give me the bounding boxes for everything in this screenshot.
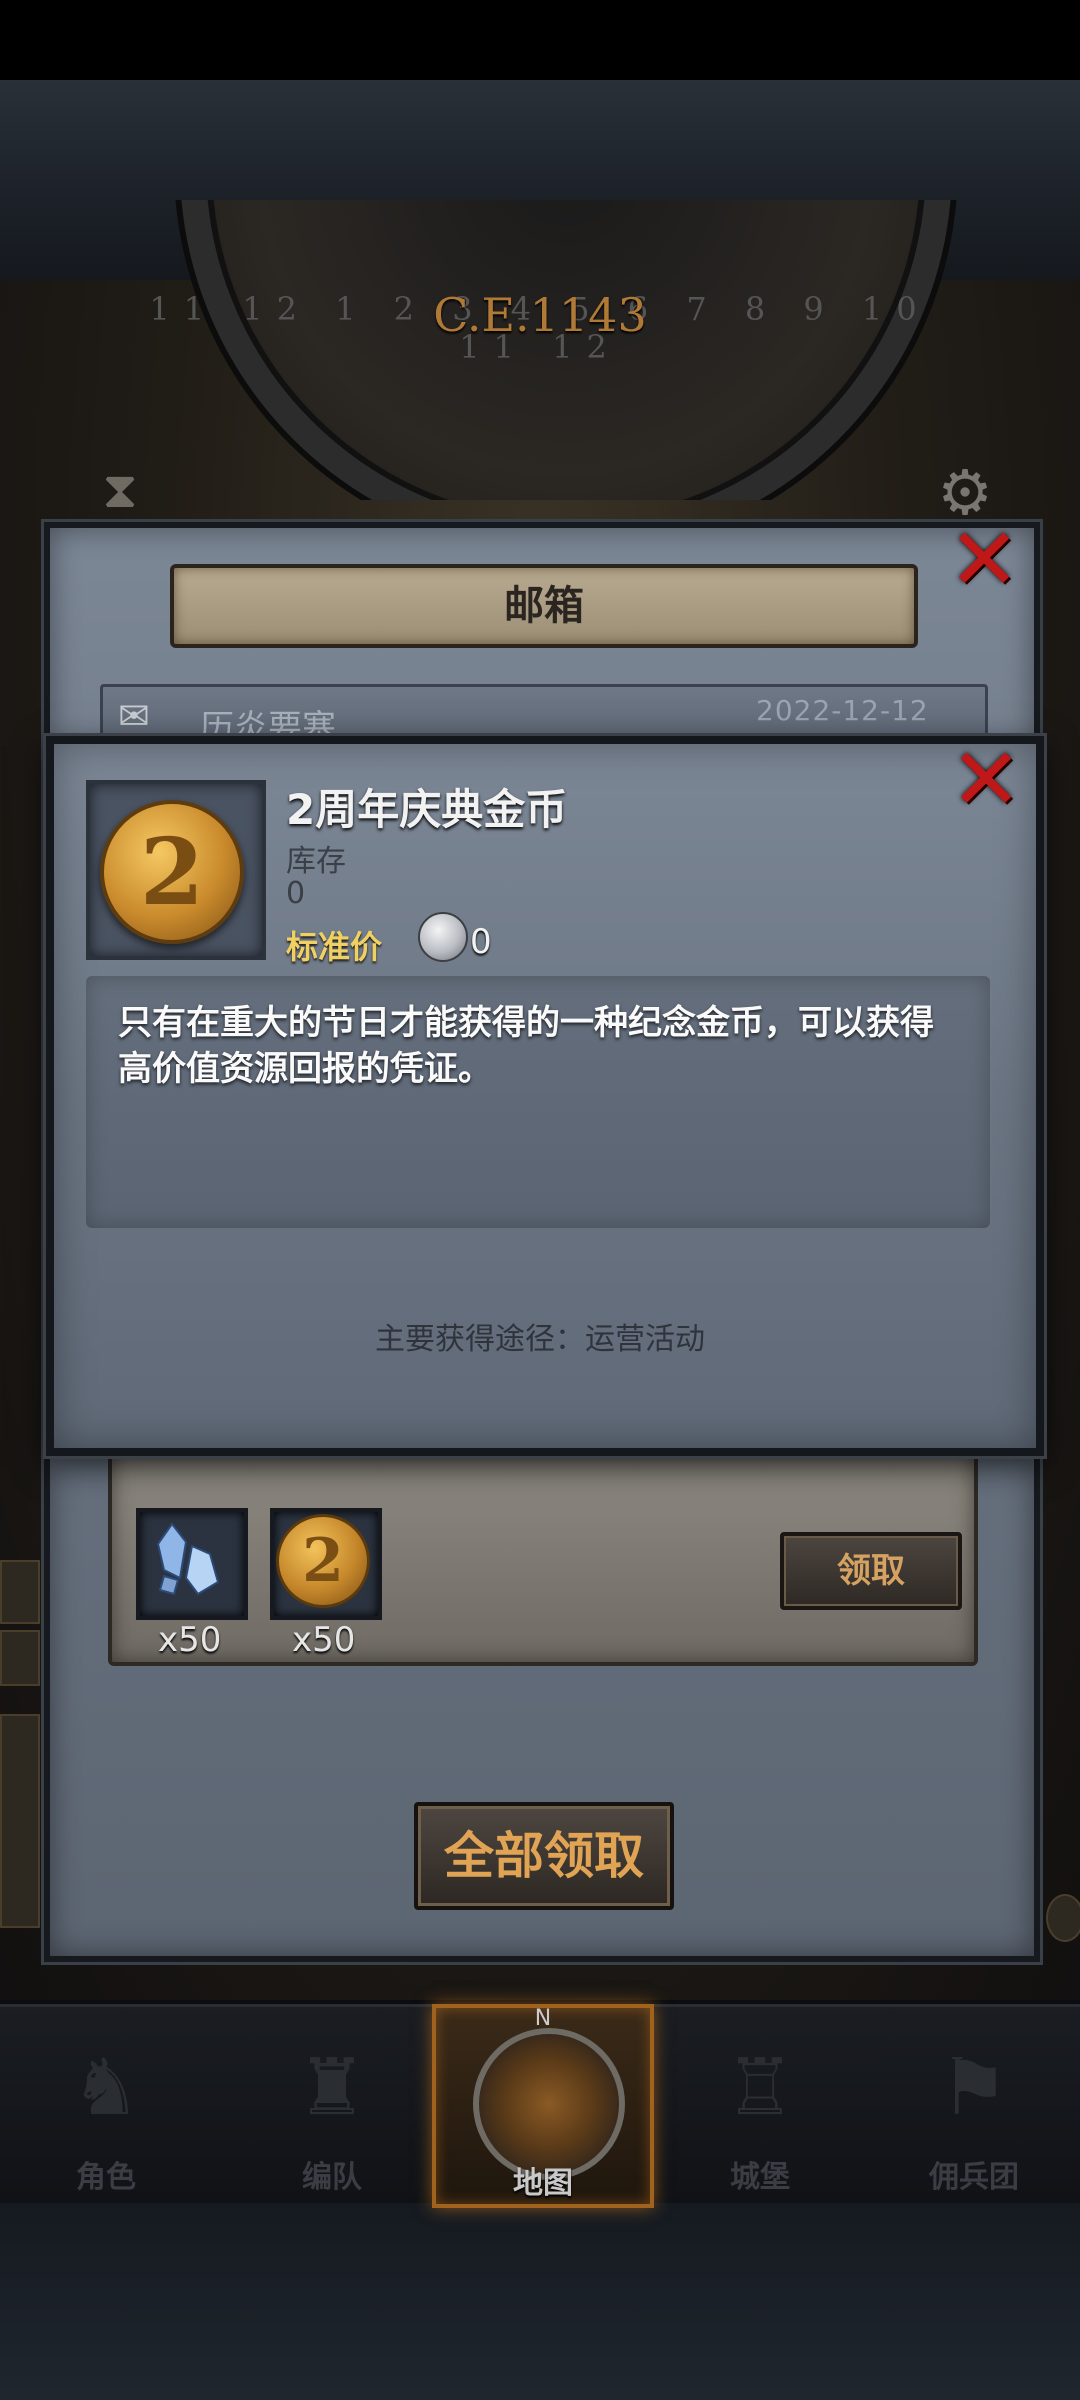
right-add-icon[interactable] — [1046, 1894, 1080, 1942]
item-source: 主要获得途径：运营活动 — [375, 1322, 705, 1357]
claim-button[interactable]: 领取 — [780, 1532, 962, 1610]
nav-item-castle[interactable]: ♖ 城堡 — [660, 2010, 860, 2200]
nav-item-formation[interactable]: ♜ 编队 — [232, 2010, 432, 2200]
nav-label: 地图 — [513, 2166, 573, 2201]
nav-label: 角色 — [76, 2160, 136, 2195]
reward-quantity: x50 — [292, 1620, 356, 1660]
crystal-icon — [156, 1522, 220, 1596]
nav-item-map[interactable]: N 地图 — [432, 2004, 654, 2208]
hourglass-icon[interactable]: ⧗ — [92, 462, 148, 518]
formation-icon: ♜ — [297, 2043, 367, 2133]
mailbox-title: 邮箱 — [170, 564, 918, 648]
stock-value: 0 — [286, 876, 306, 911]
mailbox-close-icon[interactable]: ✕ — [944, 517, 1024, 603]
nav-label: 城堡 — [730, 2160, 790, 2195]
item-description: 只有在重大的节日才能获得的一种纪念金币，可以获得高价值资源回报的凭证。 — [118, 1003, 934, 1089]
standard-price-label: 标准价 — [286, 928, 383, 966]
mercenary-icon: ⚑ — [939, 2043, 1009, 2133]
item-name: 2周年庆典金币 — [286, 785, 568, 834]
castle-icon: ♖ — [725, 2043, 795, 2133]
era-dial: 11 12 1 2 3 4 5 6 7 8 9 10 11 12 — [120, 200, 960, 500]
nav-item-mercenary[interactable]: ⚑ 佣兵团 — [874, 2010, 1074, 2200]
target-icon[interactable] — [0, 1630, 40, 1686]
nav-item-character[interactable]: ♞ 角色 — [6, 2010, 206, 2200]
left-side-panel — [0, 1714, 40, 1928]
silver-coin-icon — [418, 912, 468, 962]
mail-row-date: 2022-12-12 — [756, 694, 929, 727]
bottom-band — [0, 2200, 1080, 2400]
nav-label: 佣兵团 — [929, 2160, 1019, 2195]
gold-coin-icon: 2 — [100, 800, 244, 944]
knight-icon: ♞ — [71, 2043, 141, 2133]
left-hud-button[interactable] — [0, 1560, 40, 1624]
popup-close-icon[interactable]: ✕ — [946, 737, 1026, 823]
standard-price-value: 0 — [470, 922, 492, 962]
claim-all-button[interactable]: 全部领取 — [414, 1802, 674, 1910]
envelope-icon: ✉ — [118, 694, 150, 738]
stock-label: 库存 — [286, 844, 346, 879]
coin-icon: 2 — [276, 1514, 370, 1608]
era-label: C.E.1143 — [433, 288, 647, 342]
reward-quantity: x50 — [158, 1620, 222, 1660]
status-bar-area — [0, 0, 1080, 80]
nav-label: 编队 — [302, 2160, 362, 2195]
